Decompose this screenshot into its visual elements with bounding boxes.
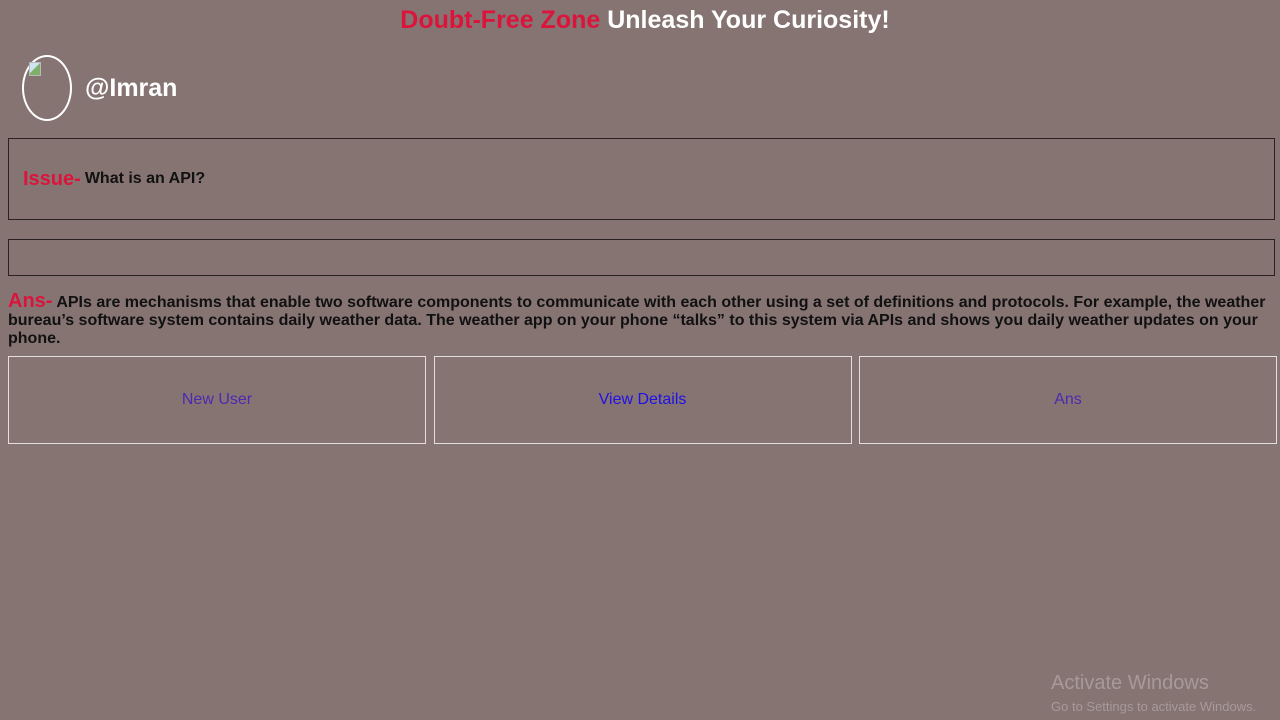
issue-label: Issue- xyxy=(23,167,81,190)
watermark-title: Activate Windows xyxy=(1051,672,1209,694)
view-details-button[interactable]: View Details xyxy=(433,356,852,444)
answer-block: Ans- APIs are mechanisms that enable two… xyxy=(8,290,1270,348)
avatar xyxy=(22,55,72,121)
issue-box: Issue- What is an API? xyxy=(8,138,1275,220)
answer-text: APIs are mechanisms that enable two soft… xyxy=(8,294,1266,347)
action-buttons: New User View Details Ans xyxy=(8,356,1277,444)
user-info: @Imran xyxy=(22,55,177,121)
issue-text: What is an API? xyxy=(84,170,206,187)
site-header: Doubt-Free Zone Unleash Your Curiosity! xyxy=(0,6,1280,35)
activation-watermark: Activate Windows Go to Settings to activ… xyxy=(1051,671,1256,716)
site-tagline: Unleash Your Curiosity! xyxy=(607,6,890,34)
new-user-button[interactable]: New User xyxy=(8,356,426,444)
ans-button[interactable]: Ans xyxy=(859,356,1277,444)
username: @Imran xyxy=(85,73,178,102)
empty-box xyxy=(8,239,1275,276)
broken-image-icon xyxy=(29,62,41,76)
watermark-subtitle: Go to Settings to activate Windows. xyxy=(1051,699,1257,714)
site-brand: Doubt-Free Zone xyxy=(400,6,601,34)
answer-label: Ans- xyxy=(8,290,53,312)
